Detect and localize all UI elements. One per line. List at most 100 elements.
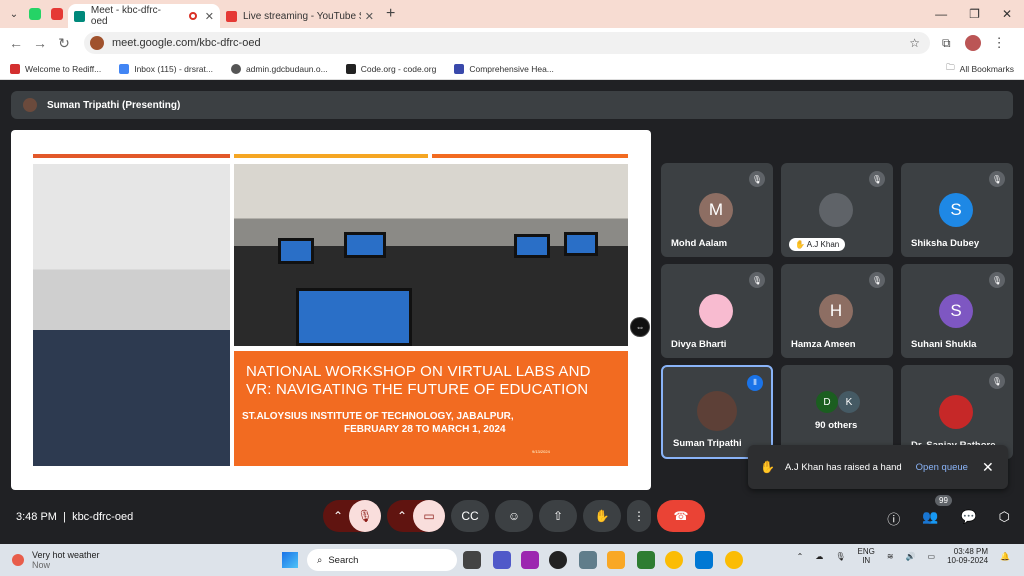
slide-title: NATIONAL WORKSHOP ON VIRTUAL LABS AND	[246, 363, 591, 380]
bookmark-inbox[interactable]: Inbox (115) - drsrat...	[119, 63, 213, 74]
participant-tile[interactable]: 🎙 S Shiksha Dubey	[901, 163, 1013, 257]
taskbar-search[interactable]: ⌕ Search	[307, 549, 457, 571]
more-options-button[interactable]: ⋮	[627, 500, 651, 532]
present-icon: ⇧	[552, 509, 564, 523]
clock[interactable]: 03:48 PM 10-09-2024	[947, 547, 988, 565]
hand-icon: ✋	[760, 460, 775, 474]
more-icon: ⋮	[633, 509, 645, 523]
mic-off-icon: 🎙	[869, 171, 885, 187]
cloud-icon[interactable]: ☁	[815, 552, 823, 561]
avatar: S	[939, 294, 973, 328]
close-icon[interactable]: ✕	[982, 459, 994, 476]
url-field[interactable]: meet.google.com/kbc-dfrc-oed ☆	[84, 32, 930, 54]
task-view-icon[interactable]	[463, 551, 481, 569]
app-icon[interactable]	[637, 551, 655, 569]
close-window-icon[interactable]: ✕	[1002, 7, 1012, 21]
captions-icon: CC	[461, 509, 479, 523]
forward-icon[interactable]: →	[28, 35, 52, 51]
notification-icon[interactable]: 🔔	[1000, 552, 1010, 561]
slide-bar	[234, 154, 428, 158]
new-tab-button[interactable]: +	[386, 5, 395, 23]
menu-icon[interactable]: ⋮	[993, 35, 1006, 51]
info-icon[interactable]: ⓘ	[887, 509, 900, 528]
close-icon[interactable]: ✕	[205, 10, 214, 23]
monitor	[514, 234, 550, 258]
search-icon: ⌕	[317, 554, 323, 566]
file-explorer-icon[interactable]	[607, 551, 625, 569]
extensions-icon[interactable]: ⧉	[942, 36, 951, 51]
participant-tile[interactable]: 🎙 M Mohd Aalam	[661, 163, 773, 257]
avatar: K	[838, 391, 860, 413]
app-icon[interactable]	[549, 551, 567, 569]
back-icon[interactable]: ←	[4, 35, 28, 51]
tab-youtube-studio[interactable]: Live streaming - YouTube Studio ✕	[220, 4, 380, 28]
pinned-tab-whatsapp[interactable]	[24, 4, 46, 24]
copilot-icon[interactable]	[521, 551, 539, 569]
battery-icon[interactable]: ▭	[928, 552, 936, 561]
bookmark-rediff[interactable]: Welcome to Rediff...	[10, 63, 101, 74]
bookmark-star-icon[interactable]: ☆	[909, 36, 920, 50]
all-bookmarks[interactable]: 🗀 All Bookmarks	[946, 62, 1014, 76]
chevron-up-icon[interactable]: ⌃	[797, 552, 804, 561]
participant-tile[interactable]: 🎙 Divya Bharti	[661, 264, 773, 358]
slide-dates: FEBRUARY 28 TO MARCH 1, 2024	[344, 424, 506, 435]
hand-icon: ✋	[594, 509, 610, 523]
wifi-icon[interactable]: ≋	[887, 552, 894, 561]
address-bar-row: ← → ↻ meet.google.com/kbc-dfrc-oed ☆ ⧉ ⋮	[0, 28, 1024, 58]
mic-toggle[interactable]: ⌃ 🎙	[323, 500, 381, 532]
people-icon[interactable]: 👥	[922, 509, 938, 528]
emoji-button[interactable]: ☺	[495, 500, 533, 532]
participant-tile[interactable]: 🎙 S Suhani Shukla	[901, 264, 1013, 358]
mic-off-icon: 🎙	[989, 373, 1005, 389]
windows-taskbar: Very hot weather Now ⌕ Search ⌃ ☁ 🎙 ENG IN …	[0, 544, 1024, 576]
slide-bar	[33, 154, 230, 158]
audio-level-icon: ⦀	[747, 375, 763, 391]
hand-raised-toast: ✋ A.J Khan has raised a hand Open queue …	[748, 445, 1008, 489]
reload-icon[interactable]: ↻	[52, 35, 76, 52]
minimize-icon[interactable]: —	[935, 7, 947, 21]
people-count-badge: 99	[935, 495, 952, 506]
pinned-tab-youtube[interactable]	[46, 4, 68, 24]
open-queue-button[interactable]: Open queue	[916, 462, 968, 473]
restore-icon[interactable]: ❐	[969, 7, 980, 21]
chat-icon[interactable]: 💬	[960, 509, 976, 528]
tab-meet[interactable]: Meet - kbc-dfrc-oed ✕	[68, 4, 220, 28]
phone-hangup-icon: ☎	[673, 509, 689, 523]
close-icon[interactable]: ✕	[365, 10, 374, 23]
chrome-icon[interactable]	[725, 551, 743, 569]
language-indicator[interactable]: ENG IN	[858, 547, 875, 565]
profile-avatar[interactable]	[964, 35, 981, 51]
participant-tile[interactable]: 🎙 H Hamza Ameen	[781, 264, 893, 358]
slide-venue: ST.ALOYSIUS INSTITUTE OF TECHNOLOGY, JAB…	[242, 411, 514, 422]
bookmark-comprehensive[interactable]: Comprehensive Hea...	[454, 63, 554, 74]
participant-tile[interactable]: 🎙 ✋ A.J Khan	[781, 163, 893, 257]
start-button[interactable]	[282, 552, 298, 568]
app-icon[interactable]	[695, 551, 713, 569]
emoji-icon: ☺	[507, 509, 521, 523]
settings-icon[interactable]	[579, 551, 597, 569]
camera-toggle[interactable]: ⌃ ▭	[387, 500, 445, 532]
present-button[interactable]: ⇧	[539, 500, 577, 532]
raise-hand-button[interactable]: ✋	[583, 500, 621, 532]
avatar-image	[699, 294, 733, 328]
leave-call-button[interactable]: ☎	[657, 500, 705, 532]
activities-icon[interactable]: ⬡	[999, 509, 1010, 528]
weather-widget[interactable]: Very hot weather Now	[12, 550, 100, 570]
raised-hand-chip: ✋ A.J Khan	[789, 238, 846, 251]
presenter-avatar	[23, 98, 37, 112]
teams-icon[interactable]	[493, 551, 511, 569]
tab-search-icon[interactable]: ⌄	[4, 4, 24, 24]
mic-icon[interactable]: 🎙	[835, 552, 845, 561]
bookmark-code-org[interactable]: Code.org - code.org	[345, 63, 436, 74]
mic-off-icon: 🎙	[749, 272, 765, 288]
avatar: D	[816, 391, 838, 413]
site-info-icon[interactable]	[90, 36, 104, 50]
captions-button[interactable]: CC	[451, 500, 489, 532]
volume-icon[interactable]: 🔊	[906, 552, 916, 561]
pin-toggle-icon[interactable]: ⇔	[630, 317, 650, 337]
avatar-image	[939, 395, 973, 429]
chevron-up-icon: ⌃	[397, 509, 408, 523]
bookmark-admin[interactable]: admin.gdcbudaun.o...	[230, 63, 328, 74]
youtube-icon	[226, 10, 237, 22]
chrome-icon[interactable]	[665, 551, 683, 569]
